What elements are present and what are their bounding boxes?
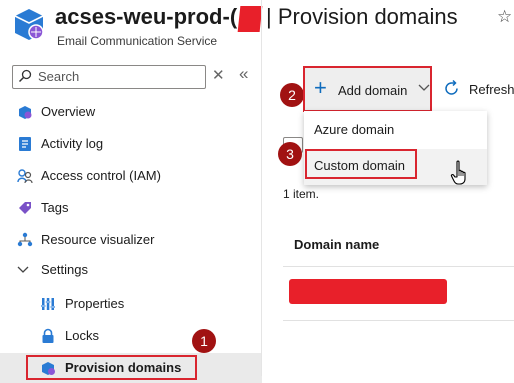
lock-icon	[42, 328, 54, 343]
sidebar-item-resource-visualizer[interactable]: Resource visualizer	[0, 225, 262, 255]
properties-icon	[41, 298, 55, 310]
refresh-icon[interactable]	[442, 79, 461, 98]
resource-icon	[11, 6, 47, 42]
sidebar-divider	[261, 0, 262, 376]
page-title: acses-weu-prod-(	[55, 4, 237, 30]
sidebar-item-label: Activity log	[41, 136, 104, 151]
sidebar-item-label: Tags	[41, 200, 69, 215]
activity-log-icon	[19, 137, 31, 151]
redacted-domain-cell[interactable]	[289, 279, 447, 304]
step-badge-2: 2	[280, 83, 304, 107]
sidebar-item-iam[interactable]: Access control (IAM)	[0, 161, 262, 191]
sidebar-item-locks[interactable]: Locks	[0, 321, 262, 351]
chevron-down-icon	[418, 84, 430, 91]
menu-item-custom-domain[interactable]: Custom domain	[314, 158, 405, 173]
sidebar-item-label: Resource visualizer	[41, 232, 155, 247]
refresh-button[interactable]: Refresh	[469, 82, 514, 97]
sidebar-item-label: Properties	[65, 296, 125, 311]
column-header-domain-name[interactable]: Domain name	[294, 237, 379, 252]
plus-icon: +	[314, 75, 327, 100]
search-placeholder: Search	[38, 69, 80, 84]
provision-domains-highlight	[26, 355, 197, 380]
sidebar-item-tags[interactable]: Tags	[0, 193, 262, 223]
resource-name-suffix: (	[229, 4, 238, 29]
overview-icon	[19, 106, 32, 119]
resource-name: acses-weu-prod-	[55, 4, 230, 29]
resource-type-subtitle: Email Communication Service	[57, 34, 218, 48]
chevron-down-icon	[17, 266, 29, 273]
item-count: 1 item.	[283, 187, 320, 201]
step-badge-3: 3	[278, 142, 302, 166]
tag-icon	[19, 202, 31, 214]
add-domain-button[interactable]: + Add domain	[303, 66, 432, 112]
sidebar-item-properties[interactable]: Properties	[0, 289, 262, 319]
row-divider	[283, 320, 514, 321]
sidebar-item-label: Overview	[41, 104, 96, 119]
sidebar-group-settings[interactable]: Settings	[0, 255, 262, 285]
step-badge-1: 1	[192, 329, 216, 353]
sidebar-item-label: Access control (IAM)	[41, 168, 161, 183]
sidebar-item-activity-log[interactable]: Activity log	[0, 129, 262, 159]
sidebar-item-label: Settings	[41, 262, 88, 277]
blade-title: Provision domains	[277, 4, 458, 29]
add-domain-label: Add domain	[338, 83, 408, 98]
star-icon[interactable]: ☆	[497, 7, 512, 27]
sidebar-item-overview[interactable]: Overview	[0, 97, 262, 127]
search-icon	[18, 69, 32, 83]
row-divider	[283, 266, 514, 267]
title-separator: |	[266, 4, 272, 29]
redaction-mark	[237, 6, 263, 32]
clear-search-icon[interactable]: ✕	[212, 66, 225, 84]
iam-icon	[17, 169, 33, 184]
search-input[interactable]: Search	[12, 65, 206, 89]
visualizer-icon	[17, 232, 33, 247]
sidebar-item-label: Locks	[65, 328, 99, 343]
collapse-sidebar-icon[interactable]: «	[239, 64, 248, 84]
hand-cursor-icon	[450, 160, 466, 185]
menu-item-azure-domain[interactable]: Azure domain	[314, 122, 394, 137]
page-title-blade: | Provision domains	[266, 4, 458, 30]
